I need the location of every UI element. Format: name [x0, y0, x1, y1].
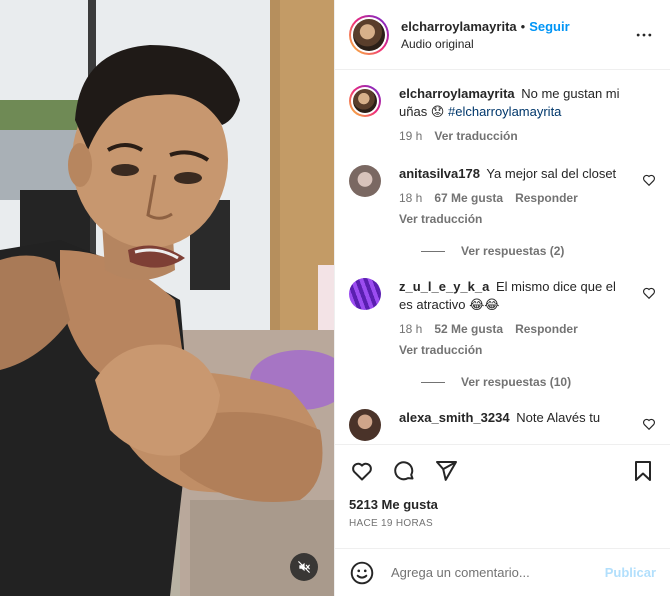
comment-translate-link[interactable]: Ver traducción	[399, 210, 630, 228]
commenter-avatar[interactable]	[349, 278, 381, 310]
follow-button[interactable]: Seguir	[529, 19, 569, 34]
comments-list[interactable]: elcharroylamayrita No me gustan mi uñas …	[335, 71, 670, 444]
replies-divider	[421, 381, 445, 383]
comment-composer: Publicar	[335, 548, 670, 596]
replies-divider	[421, 250, 445, 252]
like-button[interactable]	[349, 458, 375, 484]
more-options-button[interactable]	[632, 23, 656, 47]
comment-like-icon[interactable]	[642, 417, 656, 431]
comment-icon	[394, 461, 414, 481]
publish-button[interactable]: Publicar	[605, 565, 656, 580]
heart-icon	[352, 462, 372, 481]
author-username[interactable]: elcharroylamayrita	[401, 19, 517, 34]
caption: elcharroylamayrita No me gustan mi uñas …	[349, 71, 656, 145]
send-icon	[436, 461, 457, 481]
post-timestamp[interactable]: HACE 19 HORAS	[349, 518, 656, 529]
comment-text: Ya mejor sal del closet	[486, 166, 617, 181]
view-replies-button[interactable]: Ver respuestas (10)	[421, 375, 656, 389]
comment-username[interactable]: z_u_l_e_y_k_a	[399, 279, 489, 294]
post-header: elcharroylamayrita • Seguir Audio origin…	[335, 0, 670, 70]
view-replies-label: Ver respuestas (10)	[461, 375, 572, 389]
caption-hashtag[interactable]: #elcharroylamayrita	[448, 104, 561, 119]
post-actions: 5213 Me gusta HACE 19 HORAS	[335, 444, 670, 550]
caption-username[interactable]: elcharroylamayrita	[399, 86, 515, 101]
emoji-icon[interactable]	[349, 560, 375, 586]
separator-dot: •	[520, 18, 526, 34]
comment-translate-link[interactable]: Ver traducción	[399, 341, 630, 359]
mute-toggle-button[interactable]	[290, 553, 318, 581]
post-media[interactable]	[0, 0, 334, 596]
author-avatar[interactable]	[349, 14, 389, 55]
share-button[interactable]	[433, 458, 459, 484]
comment-time[interactable]: 18 h	[399, 320, 422, 338]
video-frame	[0, 0, 334, 596]
more-horizontal-icon	[636, 33, 652, 36]
reply-button[interactable]: Responder	[515, 320, 578, 338]
muted-speaker-icon	[298, 561, 310, 573]
view-replies-label: Ver respuestas (2)	[461, 244, 565, 258]
comment-item: alexa_smith_3234 Note Alavés tu	[349, 389, 656, 441]
likes-count[interactable]: 5213 Me gusta	[349, 497, 656, 512]
post-side-panel: elcharroylamayrita • Seguir Audio origin…	[334, 0, 670, 596]
caption-translate-link[interactable]: Ver traducción	[434, 127, 517, 145]
caption-time[interactable]: 19 h	[399, 127, 422, 145]
commenter-avatar[interactable]	[349, 409, 381, 441]
view-replies-button[interactable]: Ver respuestas (2)	[421, 244, 656, 258]
comment-button[interactable]	[391, 458, 417, 484]
comment-username[interactable]: anitasilva178	[399, 166, 480, 181]
comment-item: anitasilva178 Ya mejor sal del closet 18…	[349, 145, 656, 228]
comment-like-icon[interactable]	[642, 286, 656, 300]
caption-author-avatar[interactable]	[349, 85, 381, 117]
audio-label[interactable]: Audio original	[401, 37, 632, 51]
bookmark-icon	[635, 461, 651, 481]
comment-username[interactable]: alexa_smith_3234	[399, 410, 510, 425]
reply-button[interactable]: Responder	[515, 189, 578, 207]
comment-text: Note Alavés tu	[516, 410, 601, 425]
comment-time[interactable]: 18 h	[399, 189, 422, 207]
comment-likes[interactable]: 67 Me gusta	[434, 189, 503, 207]
comment-likes[interactable]: 52 Me gusta	[434, 320, 503, 338]
comment-like-icon[interactable]	[642, 173, 656, 187]
comment-input[interactable]	[391, 565, 605, 580]
save-button[interactable]	[630, 458, 656, 484]
comment-item: z_u_l_e_y_k_a El mismo dice que el es at…	[349, 258, 656, 359]
commenter-avatar[interactable]	[349, 165, 381, 197]
